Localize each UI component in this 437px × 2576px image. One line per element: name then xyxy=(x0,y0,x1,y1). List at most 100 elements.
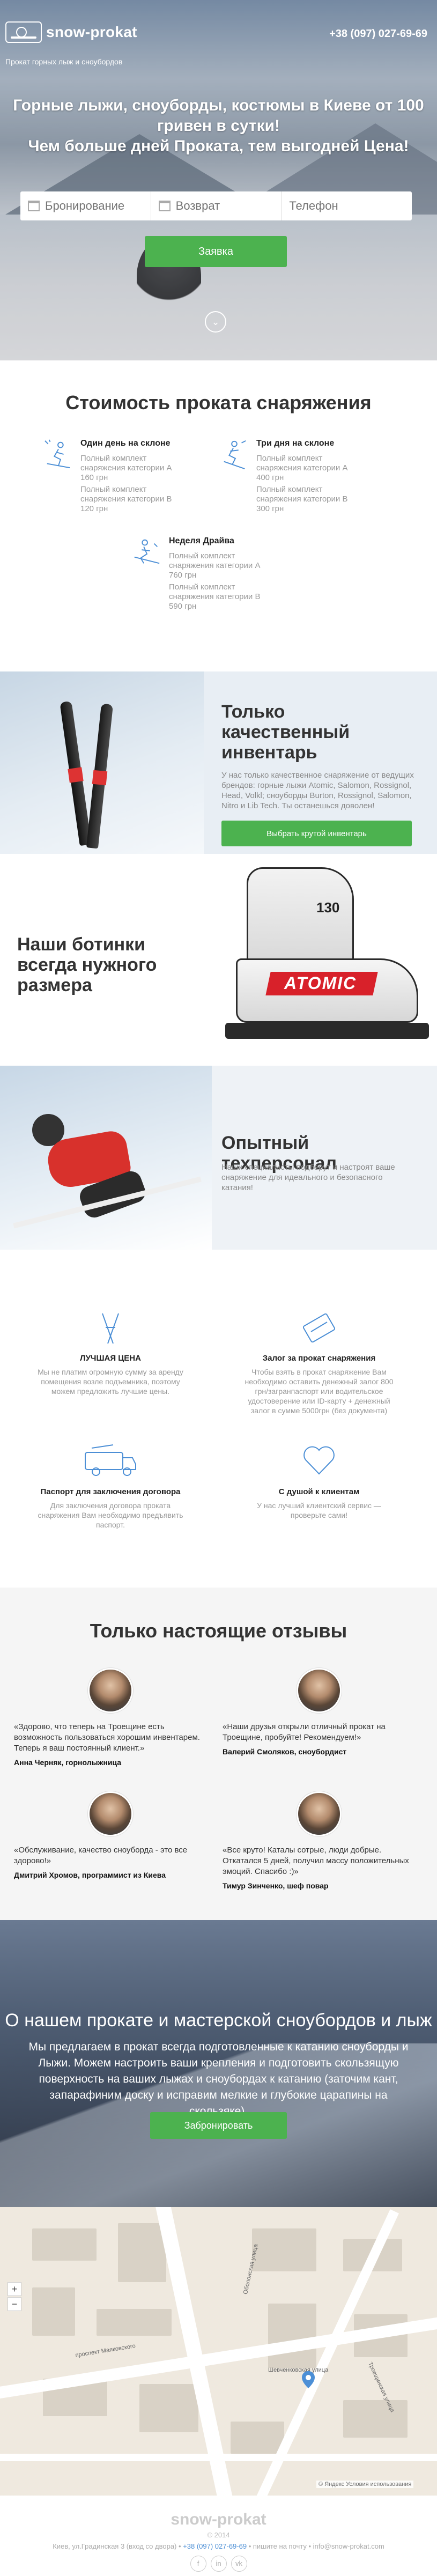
avatar xyxy=(297,1791,342,1836)
benefit-text: Для заключения договора проката снаряжен… xyxy=(38,1501,183,1529)
quality-text: У нас только качественное снаряжение от … xyxy=(221,771,414,810)
review-item: «Наши друзья открыли отличный прокат на … xyxy=(223,1668,416,1756)
benefit-title: ЛУЧШАЯ ЦЕНА xyxy=(80,1354,141,1363)
benefit-item: Залог за прокат снаряжения Чтобы взять в… xyxy=(239,1311,399,1415)
footer-contacts: Киев, ул.Градинская 3 (вход со двора) • … xyxy=(53,2542,384,2550)
benefit-title: Залог за прокат снаряжения xyxy=(262,1354,376,1363)
booking-form xyxy=(20,191,412,220)
footer-logo[interactable]: snow-prokat xyxy=(0,2511,437,2529)
avatar xyxy=(297,1668,342,1713)
skier-icon xyxy=(45,439,70,469)
map-marker-icon[interactable] xyxy=(301,2371,315,2389)
price-line-b: Полный комплект снаряжения категории В 5… xyxy=(169,582,261,611)
review-text: «Все круто! Каталы сотрые, люди добрые. … xyxy=(223,1846,409,1876)
benefit-text: Мы не платим огромную сумму за аренду по… xyxy=(38,1368,183,1396)
hero-title: Горные лыжи, сноуборды, костюмы в Киеве … xyxy=(0,95,437,157)
skier-icon xyxy=(134,539,160,564)
book-button[interactable]: Забронировать xyxy=(150,2112,287,2139)
about-text: Мы предлагаем в прокат всегда подготовле… xyxy=(28,2041,409,2117)
instagram-icon[interactable]: in xyxy=(210,2556,227,2572)
footer: snow-prokat © 2014 Киев, ул.Градинская 3… xyxy=(0,2496,437,2576)
boots-title: Наши ботинки всегда нужного размера xyxy=(17,934,157,995)
skier-photo xyxy=(0,1066,212,1250)
booking-date-input[interactable] xyxy=(45,199,151,213)
avatar xyxy=(88,1791,133,1836)
price-line-b: Полный комплект снаряжения категории В 3… xyxy=(256,485,348,513)
benefit-text: Чтобы взять в прокат снаряжение Вам необ… xyxy=(245,1368,394,1415)
header-phone-link[interactable]: +38 (097) 027-69-69 xyxy=(329,28,427,40)
boots-section: Наши ботинки всегда нужного размера ATOM… xyxy=(0,854,437,1066)
footer-extra: • пишите на почту • info@snow-prokat.com xyxy=(248,2542,384,2550)
facebook-icon[interactable]: f xyxy=(190,2556,206,2572)
review-author: Дмитрий Хромов, программист из Киева xyxy=(14,1871,166,1879)
skier-icon xyxy=(224,440,246,469)
map-attribution[interactable]: © Яндекс Условия использования xyxy=(316,2481,414,2488)
price-line-a: Полный комплект снаряжения категории А 7… xyxy=(169,551,261,580)
tech-section: Опытный техперсонал Наши специалисты под… xyxy=(0,1066,437,1250)
hero-section: snow-prokat Прокат горных лыж и сноуборд… xyxy=(0,0,437,360)
benefit-title: Паспорт для заключения договора xyxy=(40,1487,181,1496)
price-line-a: Полный комплект снаряжения категории А 1… xyxy=(80,454,172,482)
map-street-label: проспект Маяковского xyxy=(75,2343,136,2359)
benefit-title: С душой к клиентам xyxy=(278,1487,360,1496)
hero-title-line1: Горные лыжи, сноуборды, костюмы в Киеве … xyxy=(13,97,424,135)
benefit-item: Паспорт для заключения договора Для закл… xyxy=(30,1442,191,1530)
hero-title-line2: Чем больше дней Проката, тем выгодней Це… xyxy=(28,137,409,155)
boot-model: 130 xyxy=(316,899,340,916)
return-date-field-wrap xyxy=(151,191,282,220)
price-item: Один день на склоне Полный комплект снар… xyxy=(43,439,177,516)
logo-text: snow-prokat xyxy=(46,24,137,40)
review-text: «Обслуживание, качество сноуборда - это … xyxy=(14,1846,188,1865)
calendar-icon xyxy=(28,201,40,211)
vk-icon[interactable]: vk xyxy=(231,2556,247,2572)
price-item: Неделя Драйва Полный комплект снаряжения… xyxy=(131,536,265,614)
review-author: Тимур Зинченко, шеф повар xyxy=(223,1881,329,1890)
site-tagline: Прокат горных лыж и сноубордов xyxy=(5,57,123,66)
quality-section: Только качественный инвентарь У нас толь… xyxy=(0,671,437,854)
benefit-item: С душой к клиентам У нас лучший клиентск… xyxy=(239,1442,399,1520)
phone-field-wrap xyxy=(282,191,412,220)
van-icon xyxy=(85,1444,136,1476)
calendar-icon xyxy=(158,201,171,211)
landing-page: snow-prokat Прокат горных лыж и сноуборд… xyxy=(0,0,437,2576)
heart-icon xyxy=(303,1446,335,1475)
map-zoom-out-button[interactable]: − xyxy=(8,2297,21,2311)
price-line-b: Полный комплект снаряжения категории В 1… xyxy=(80,485,172,513)
boot-brand: ATOMIC xyxy=(284,973,357,993)
chevron-down-icon[interactable]: ⌄ xyxy=(205,311,226,333)
order-button[interactable]: Заявка xyxy=(145,236,287,267)
site-logo[interactable]: snow-prokat xyxy=(5,21,137,43)
reviews-section: Только настоящие отзывы «Здорово, что те… xyxy=(0,1588,437,1920)
map[interactable]: Оболонская улица проспект Маяковского Ше… xyxy=(0,2207,437,2496)
prices-title: Стоимость проката снаряжения xyxy=(65,392,372,414)
tech-text: Наши специалисты подберут и настроят ваш… xyxy=(221,1163,395,1192)
review-author: Валерий Смоляков, сноубордист xyxy=(223,1747,347,1756)
reviews-title: Только настоящие отзывы xyxy=(90,1620,347,1642)
quality-title: Только качественный инвентарь xyxy=(221,702,350,763)
skis-icon xyxy=(102,1313,119,1344)
review-text: «Наши друзья открыли отличный прокат на … xyxy=(223,1722,386,1742)
logo-icon xyxy=(5,21,42,43)
review-item: «Здорово, что теперь на Троещине есть во… xyxy=(14,1668,207,1767)
choose-inventory-button[interactable]: Выбрать крутой инвентарь xyxy=(221,821,412,846)
card-icon xyxy=(302,1313,336,1343)
benefit-text: У нас лучший клиентский сервис — проверь… xyxy=(257,1501,381,1519)
social-links: f in vk xyxy=(0,2556,437,2572)
map-zoom-in-button[interactable]: + xyxy=(8,2282,21,2296)
about-section: О нашем прокате и мастерской сноубордов … xyxy=(0,1920,437,2207)
phone-input[interactable] xyxy=(289,199,412,213)
map-street-label: Шевченковская улица xyxy=(268,2367,329,2373)
price-item-name: Неделя Драйва xyxy=(169,536,234,545)
footer-phone-link[interactable]: +38 (097) 027-69-69 xyxy=(183,2542,247,2550)
footer-copyright: © 2014 xyxy=(207,2531,230,2539)
return-date-input[interactable] xyxy=(175,199,282,213)
benefit-item: ЛУЧШАЯ ЦЕНА Мы не платим огромную сумму … xyxy=(30,1311,191,1396)
footer-address: Киев, ул.Градинская 3 (вход со двора) xyxy=(53,2542,177,2550)
review-author: Анна Черняк, горнолыжница xyxy=(14,1758,122,1767)
about-title: О нашем прокате и мастерской сноубордов … xyxy=(5,2010,432,2031)
booking-date-field-wrap xyxy=(20,191,151,220)
price-item: Три дня на склоне Полный комплект снаряж… xyxy=(219,439,353,516)
review-item: «Все круто! Каталы сотрые, люди добрые. … xyxy=(223,1791,416,1890)
avatar xyxy=(88,1668,133,1713)
review-item: «Обслуживание, качество сноуборда - это … xyxy=(14,1791,207,1879)
